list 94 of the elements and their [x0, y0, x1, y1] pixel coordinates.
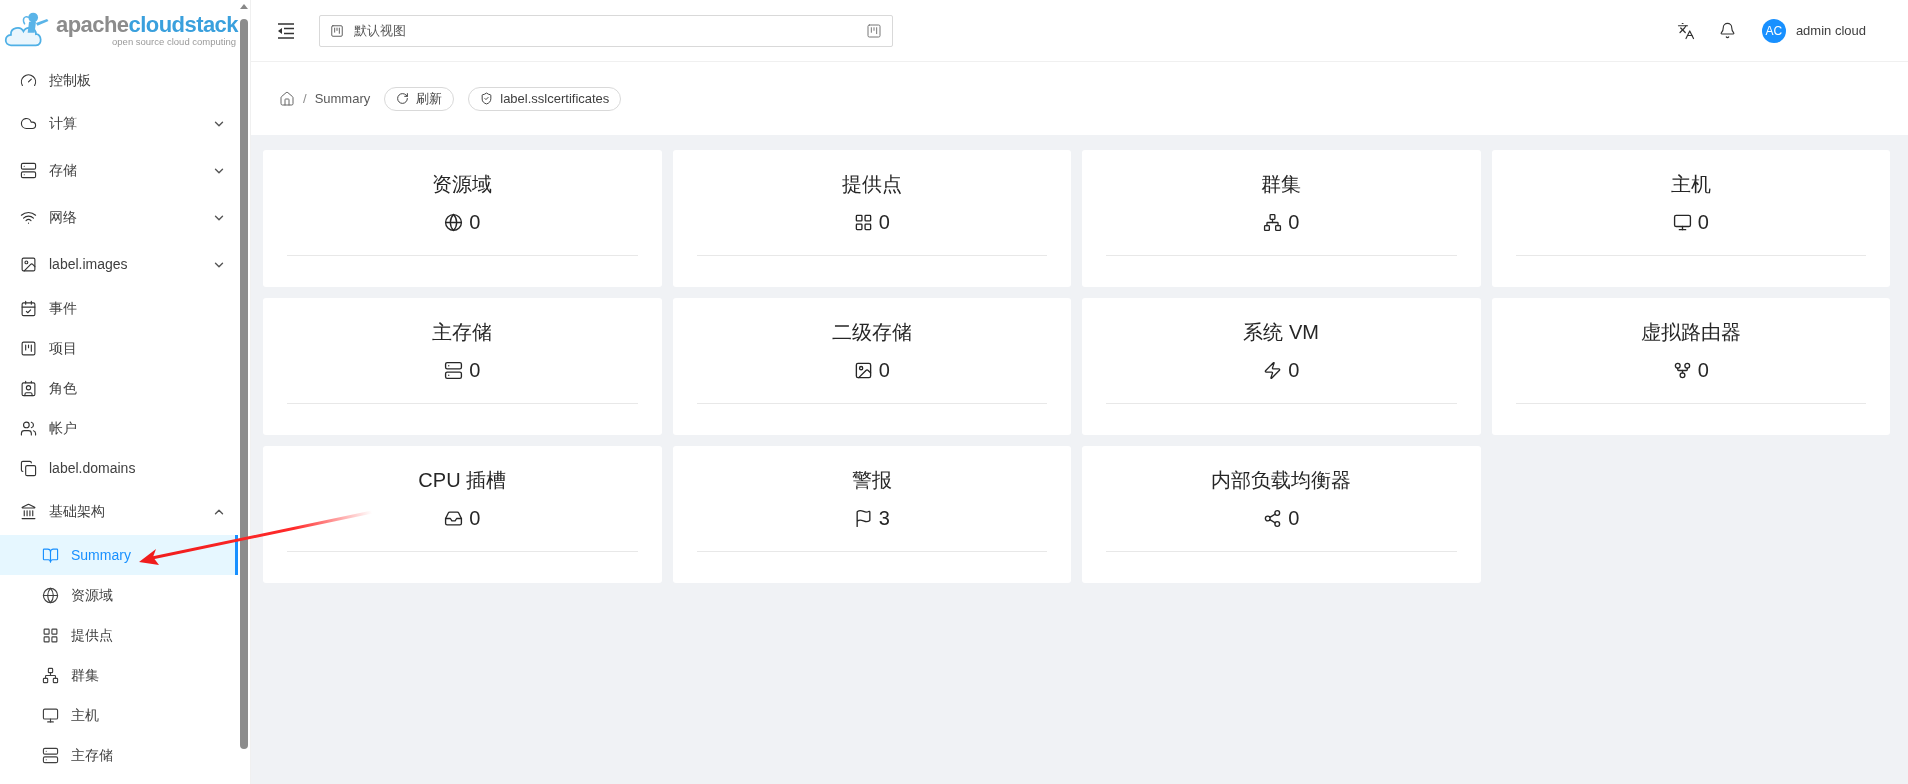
server-icon: [20, 162, 37, 179]
card-title: 群集: [1261, 172, 1302, 197]
sidebar-item[interactable]: 网络: [0, 194, 238, 241]
toolbar-button[interactable]: 刷新: [384, 86, 455, 111]
users-icon: [20, 419, 37, 437]
server-icon: [42, 746, 59, 764]
card-title: 警报: [851, 468, 892, 493]
calendar-icon: [20, 299, 37, 317]
sidebar-subitem[interactable]: 群集: [0, 655, 238, 695]
card-title: 资源域: [432, 172, 493, 197]
summary-card[interactable]: CPU 插槽 0: [263, 446, 662, 583]
card-count: 0: [1697, 210, 1709, 235]
fork-icon: [1672, 360, 1692, 380]
summary-card[interactable]: 系统 VM 0: [1082, 298, 1481, 435]
share-icon: [1263, 508, 1283, 528]
summary-card[interactable]: 警报 3: [672, 446, 1071, 583]
summary-card[interactable]: 群集 0: [1082, 150, 1481, 287]
summary-card[interactable]: 提供点 0: [672, 150, 1071, 287]
card-title: 内部负载均衡器: [1211, 468, 1352, 493]
server-icon: [444, 360, 464, 380]
card-title: 虚拟路由器: [1640, 320, 1741, 345]
summary-card[interactable]: 主存储 0: [263, 298, 662, 435]
sidebar-subitem[interactable]: 资源域: [0, 575, 238, 615]
sidebar-subitem[interactable]: 提供点: [0, 615, 238, 655]
sidebar-item[interactable]: 角色: [0, 368, 238, 408]
menu-fold-icon[interactable]: [277, 22, 295, 39]
grid-icon: [42, 626, 59, 644]
sidebar-item[interactable]: 事件: [0, 288, 238, 328]
board-icon: [330, 23, 344, 38]
copy-icon: [20, 459, 37, 477]
sidebar-item[interactable]: 存储: [0, 147, 238, 194]
inbox-icon: [444, 508, 464, 528]
shield-icon: [480, 92, 494, 105]
scroll-up-icon[interactable]: [240, 4, 248, 9]
id-card-icon: [20, 379, 37, 397]
network-icon: [1263, 212, 1283, 232]
card-title: 主机: [1670, 172, 1711, 197]
summary-card[interactable]: 内部负载均衡器 0: [1082, 446, 1481, 583]
sidebar-item[interactable]: 项目: [0, 328, 238, 368]
card-count: 0: [469, 210, 481, 235]
summary-card[interactable]: 虚拟路由器 0: [1491, 298, 1890, 435]
image-icon: [20, 256, 37, 273]
card-count: 0: [1288, 506, 1300, 531]
monitor-icon: [42, 706, 59, 724]
sidebar-item[interactable]: label.domains: [0, 448, 238, 488]
notification-icon[interactable]: [1718, 22, 1736, 39]
bank-icon: [20, 503, 37, 520]
monitor-icon: [1672, 212, 1692, 232]
summary-card[interactable]: 主机 0: [1491, 150, 1890, 287]
cloud-icon: [20, 115, 37, 132]
sidebar-item[interactable]: 帐户: [0, 408, 238, 448]
gauge-icon: [20, 71, 37, 89]
card-count: 0: [878, 210, 890, 235]
toolbar-button[interactable]: label.sslcertificates: [468, 86, 622, 111]
sidebar-subitem[interactable]: 主存储: [0, 735, 238, 775]
view-select[interactable]: 默认视图: [319, 14, 893, 47]
reload-icon: [396, 92, 410, 105]
logo-wordmark: apachecloudstack: [56, 13, 238, 36]
board-icon: [866, 22, 882, 39]
flag-icon: [853, 508, 873, 528]
image-icon: [853, 360, 873, 380]
breadcrumb-separator: /: [303, 89, 307, 108]
card-count: 3: [878, 506, 890, 531]
card-count: 0: [469, 506, 481, 531]
sidebar-item[interactable]: label.images: [0, 241, 238, 288]
card-count: 0: [878, 358, 890, 383]
sidebar-item[interactable]: 控制板: [0, 60, 238, 100]
breadcrumb-current: Summary: [314, 89, 371, 108]
card-title: 主存储: [432, 320, 493, 345]
logo-tagline: open source cloud computing: [112, 36, 238, 47]
globe-icon: [444, 212, 464, 232]
board-icon: [20, 339, 37, 357]
card-title: 提供点: [841, 172, 902, 197]
home-icon[interactable]: [279, 90, 295, 107]
user-name[interactable]: admin cloud: [1795, 20, 1866, 41]
summary-card[interactable]: 二级存储 0: [672, 298, 1071, 435]
card-title: CPU 插槽: [418, 468, 507, 493]
sidebar-item[interactable]: 基础架构: [0, 488, 238, 535]
network-icon: [42, 666, 59, 684]
book-icon: [42, 546, 59, 564]
summary-card[interactable]: 资源域 0: [263, 150, 662, 287]
sidebar-subitem[interactable]: 主机: [0, 695, 238, 735]
card-title: 二级存储: [831, 320, 912, 345]
translate-icon[interactable]: [1676, 21, 1695, 40]
card-count: 0: [1288, 210, 1300, 235]
card-title: 系统 VM: [1243, 320, 1320, 345]
sidebar-item[interactable]: 计算: [0, 100, 238, 147]
card-count: 0: [1288, 358, 1300, 383]
globe-icon: [42, 586, 59, 604]
grid-icon: [853, 212, 873, 232]
lightning-icon: [1263, 360, 1283, 380]
card-count: 0: [469, 358, 481, 383]
wifi-icon: [20, 209, 37, 226]
card-count: 0: [1697, 358, 1709, 383]
